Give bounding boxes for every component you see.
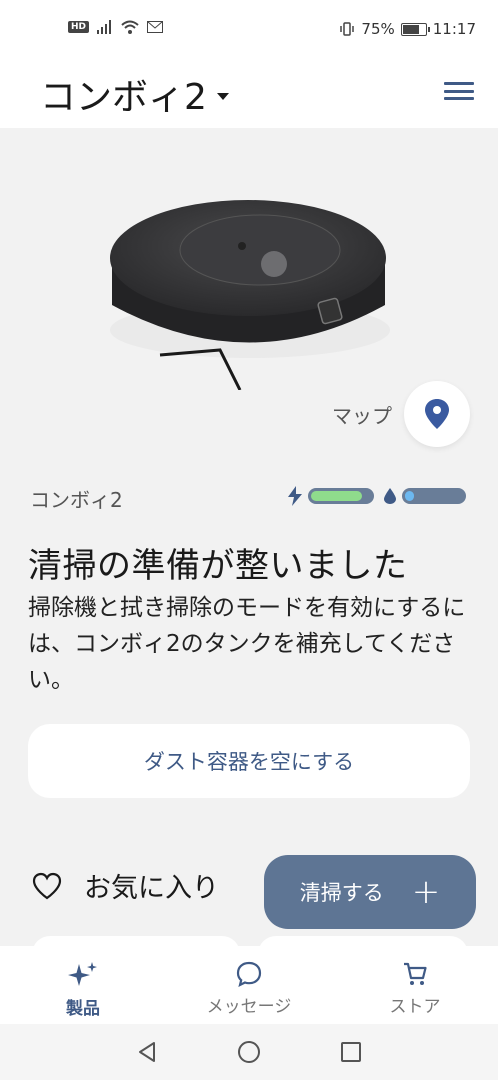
nav-products-label: 製品 — [66, 999, 100, 1019]
water-level-bar — [402, 488, 466, 504]
bottom-nav: 製品 メッセージ ストア — [0, 946, 498, 1024]
cart-icon — [404, 962, 427, 985]
hamburger-line — [444, 82, 474, 85]
plus-icon: + — [411, 872, 441, 912]
hd-badge: HD — [68, 21, 90, 33]
clock: 11:17 — [432, 20, 476, 38]
nav-store-label: ストア — [389, 997, 441, 1017]
home-circle-icon — [238, 1041, 260, 1063]
app-header: コンボィ2 — [0, 62, 498, 128]
robot-name: コンボィ2 — [30, 488, 123, 512]
lightning-icon — [288, 486, 302, 506]
nav-messages-label: メッセージ — [206, 997, 292, 1017]
back-triangle-icon — [139, 1042, 155, 1062]
water-drop-icon — [384, 488, 396, 504]
hamburger-line — [444, 89, 474, 93]
robot-selector-label: コンボィ2 — [40, 77, 207, 118]
water-level-group — [384, 488, 466, 504]
heart-icon — [32, 872, 62, 899]
caret-down-icon — [216, 92, 229, 100]
map-label: マップ — [332, 404, 392, 428]
status-left: HD — [68, 20, 164, 34]
signal-icon — [97, 20, 112, 34]
back-button[interactable] — [132, 1037, 162, 1067]
robot-levels — [288, 486, 466, 506]
sparkle-icon — [68, 962, 97, 986]
map-button[interactable] — [404, 381, 470, 447]
vibrate-icon — [340, 22, 355, 36]
mail-icon — [147, 21, 164, 33]
empty-bin-label: ダスト容器を空にする — [143, 750, 355, 774]
system-nav-bar — [0, 1024, 498, 1080]
status-heading: 清掃の準備が整いました — [28, 546, 408, 586]
favorites-label: お気に入り — [84, 873, 219, 904]
recents-button[interactable] — [336, 1037, 366, 1067]
battery-level-fill — [311, 491, 362, 501]
clean-button[interactable]: 清掃する + — [264, 855, 476, 929]
recents-square-icon — [341, 1042, 361, 1062]
nav-store[interactable]: ストア — [332, 946, 498, 1024]
status-bar: HD 75% 11:17 — [0, 0, 498, 62]
empty-bin-button[interactable]: ダスト容器を空にする — [28, 724, 470, 798]
hamburger-line — [444, 97, 474, 100]
battery-icon — [400, 22, 430, 36]
nav-products[interactable]: 製品 — [0, 946, 166, 1024]
favorites-link[interactable]: お気に入り — [32, 866, 219, 905]
home-button[interactable] — [234, 1037, 264, 1067]
nav-messages[interactable]: メッセージ — [166, 946, 332, 1024]
robot-selector[interactable]: コンボィ2 — [40, 68, 229, 120]
chat-bubble-icon — [236, 961, 262, 988]
battery-level-group — [288, 486, 374, 506]
wifi-icon — [121, 20, 139, 34]
battery-percent: 75% — [361, 20, 395, 38]
location-pin-icon — [425, 399, 449, 429]
water-level-fill — [405, 491, 415, 501]
menu-button[interactable] — [444, 80, 474, 102]
clean-button-label: 清掃する — [299, 881, 384, 905]
robot-vacuum-image — [110, 200, 390, 390]
battery-level-bar — [308, 488, 374, 504]
status-right: 75% 11:17 — [339, 20, 476, 38]
status-description: 掃除機と拭き掃除のモードを有効にするには、コンボィ2のタンクを補充してください。 — [28, 595, 466, 693]
